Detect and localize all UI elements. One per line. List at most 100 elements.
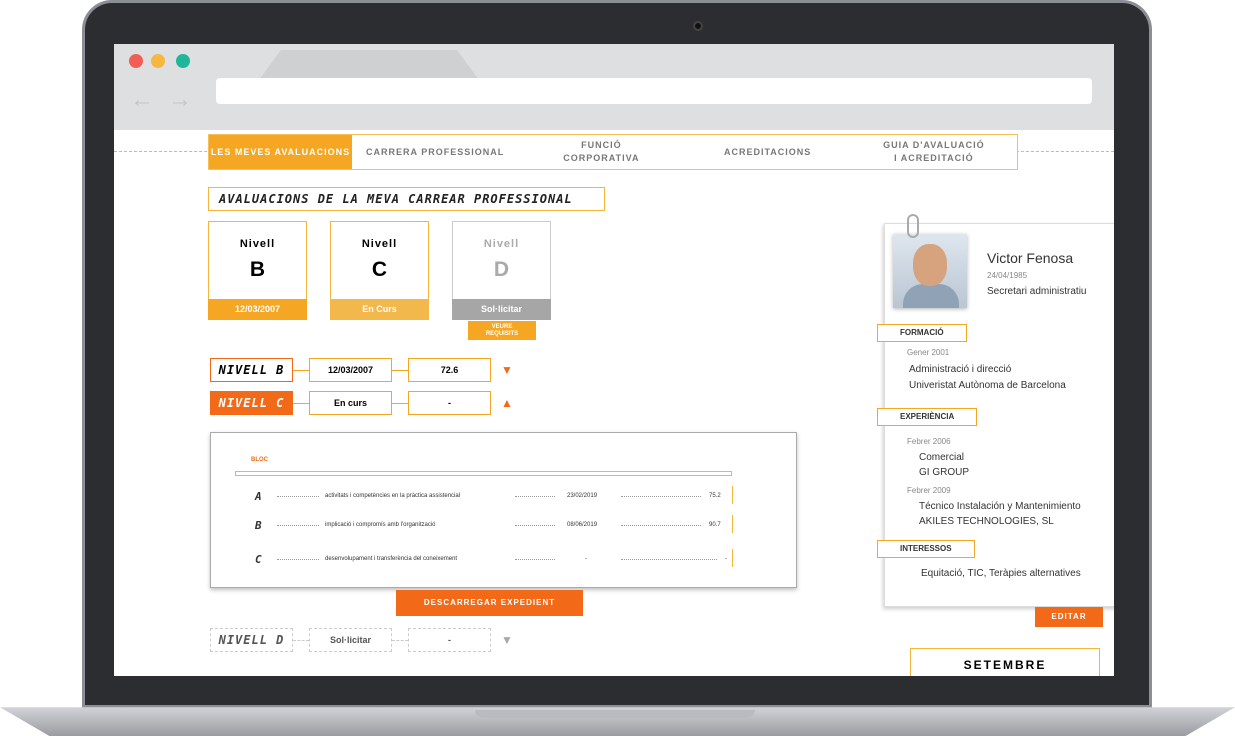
tab-funcio-corporativa[interactable]: FUNCIÓ CORPORATIVA xyxy=(518,135,684,169)
row-score: 90.7 xyxy=(709,522,721,528)
requirements-button[interactable]: VEURE REQUISITS xyxy=(468,321,536,340)
row-letter: C xyxy=(255,552,262,566)
row-date: 23/02/2019 xyxy=(567,493,598,499)
dotted-leader xyxy=(515,524,555,526)
browser-tab[interactable] xyxy=(259,50,479,80)
card-level-letter: D xyxy=(493,258,510,281)
row-score: 75.2 xyxy=(709,493,721,499)
paperclip-icon xyxy=(907,214,919,238)
section-interessos: INTERESSOS xyxy=(877,540,975,558)
connector xyxy=(392,639,408,641)
dotted-leader xyxy=(621,495,701,497)
row-text: desenvolupament i transferència del cone… xyxy=(325,556,458,562)
connector xyxy=(293,639,309,641)
calendar-month-header: SETEMBRE xyxy=(910,648,1100,676)
profile-card: Victor Fenosa 24/04/1985 Secretari admin… xyxy=(877,223,1114,607)
edit-profile-button[interactable]: EDITAR xyxy=(1035,607,1103,627)
download-record-button[interactable]: DESCARREGAR EXPEDIENT xyxy=(396,590,583,616)
formacio-school: Univeristat Autònoma de Barcelona xyxy=(909,380,1066,391)
row-divider xyxy=(732,549,733,567)
tab-acreditacions[interactable]: ACREDITACIONS xyxy=(685,135,851,169)
level-score: 72.6 xyxy=(408,358,491,382)
level-row-b[interactable]: NIVELL B 12/03/2007 72.6 ▼ xyxy=(210,358,513,382)
card-label: Nivell xyxy=(483,238,520,250)
back-arrow-icon[interactable]: ← xyxy=(130,86,154,114)
minimize-dot-icon[interactable] xyxy=(151,54,165,68)
dotted-leader xyxy=(621,524,701,526)
avatar-face xyxy=(913,244,947,286)
section-formacio: FORMACIÓ xyxy=(877,324,967,342)
connector xyxy=(293,402,309,404)
disabled-triangle-icon: ▼ xyxy=(501,633,513,647)
card-level-letter: B xyxy=(249,258,266,281)
card-label: Nivell xyxy=(239,238,276,250)
maximize-dot-icon[interactable] xyxy=(176,54,190,68)
exp1-role: Comercial xyxy=(919,452,965,463)
level-c-detail-panel: BLOC A activitats i competències en la p… xyxy=(210,432,797,588)
level-row-c[interactable]: NIVELL C En curs - ▲ xyxy=(210,391,513,415)
row-letter: A xyxy=(255,489,262,503)
exp1-company: GI GROUP xyxy=(919,467,970,478)
level-card-d[interactable]: Nivell D Sol·licitar xyxy=(452,221,551,320)
tab-guia-avaluacio[interactable]: GUIA D'AVALUACIÓ I ACREDITACIÓ xyxy=(851,135,1017,169)
browser-chrome: ← → xyxy=(114,44,1114,130)
level-status: En curs xyxy=(309,391,392,415)
row-score: - xyxy=(725,556,727,562)
section-experiencia: EXPERIÈNCIA xyxy=(877,408,978,426)
tab-les-meves-avaluacions[interactable]: LES MEVES AVALUACIONS xyxy=(209,135,352,169)
dotted-leader xyxy=(621,558,717,560)
level-score: - xyxy=(408,628,491,652)
level-name: NIVELL C xyxy=(210,391,293,415)
connector xyxy=(392,402,408,404)
row-divider xyxy=(732,486,733,504)
level-name: NIVELL B xyxy=(210,358,293,382)
row-date: - xyxy=(585,556,587,562)
expand-triangle-icon[interactable]: ▲ xyxy=(501,396,513,410)
exp2-company: AKILES TECHNOLOGIES, SL xyxy=(919,516,1054,527)
card-footer: Sol·licitar xyxy=(452,299,551,320)
profile-birthdate: 24/04/1985 xyxy=(987,271,1028,280)
card-label: Nivell xyxy=(361,238,398,250)
dotted-leader xyxy=(515,558,555,560)
camera-icon xyxy=(693,21,703,31)
panel-row-a: A activitats i competències en la pràcti… xyxy=(255,486,733,504)
panel-row-b: B implicació i compromís amb l'organitza… xyxy=(255,515,733,533)
exp2-date: Febrer 2009 xyxy=(907,486,951,495)
level-status: Sol·licitar xyxy=(309,628,392,652)
card-footer: En Curs xyxy=(330,299,429,320)
row-letter: B xyxy=(255,518,262,532)
level-card-b[interactable]: Nivell B 12/03/2007 xyxy=(208,221,307,320)
formacio-title: Administració i direcció xyxy=(909,364,1012,375)
panel-heading: BLOC xyxy=(251,457,268,463)
row-date: 08/06/2019 xyxy=(567,522,598,528)
panel-bar xyxy=(235,471,732,476)
main-nav: LES MEVES AVALUACIONS CARRERA PROFESSION… xyxy=(208,134,1018,170)
level-row-d[interactable]: NIVELL D Sol·licitar - ▼ xyxy=(210,628,513,652)
formacio-date: Gener 2001 xyxy=(907,348,950,357)
level-name: NIVELL D xyxy=(210,628,293,652)
card-level-letter: C xyxy=(371,258,388,281)
collapse-triangle-icon[interactable]: ▼ xyxy=(501,363,513,377)
exp2-role: Técnico Instalación y Mantenimiento xyxy=(919,501,1081,512)
profile-role: Secretari administratiu xyxy=(987,286,1087,297)
level-score: - xyxy=(408,391,491,415)
screen: ← → LES MEVES AVALUACIONS CARRERA PROFES… xyxy=(114,44,1114,676)
interessos-text: Equitació, TIC, Teràpies alternatives xyxy=(921,568,1081,579)
connector xyxy=(293,369,309,371)
tab-carrera-professional[interactable]: CARRERA PROFESSIONAL xyxy=(352,135,518,169)
dotted-leader xyxy=(515,495,555,497)
row-text: implicació i compromís amb l'organitzaci… xyxy=(325,522,436,528)
row-divider xyxy=(732,515,733,533)
profile-name: Victor Fenosa xyxy=(987,250,1074,266)
dotted-leader xyxy=(277,495,319,497)
dotted-leader xyxy=(277,558,319,560)
level-date: 12/03/2007 xyxy=(309,358,392,382)
exp1-date: Febrer 2006 xyxy=(907,437,951,446)
card-footer: 12/03/2007 xyxy=(208,299,307,320)
address-bar[interactable] xyxy=(216,78,1092,104)
close-dot-icon[interactable] xyxy=(129,54,143,68)
level-card-c[interactable]: Nivell C En Curs xyxy=(330,221,429,320)
avatar xyxy=(893,234,967,308)
row-text: activitats i competències en la pràctica… xyxy=(325,493,461,499)
forward-arrow-icon[interactable]: → xyxy=(168,86,192,114)
